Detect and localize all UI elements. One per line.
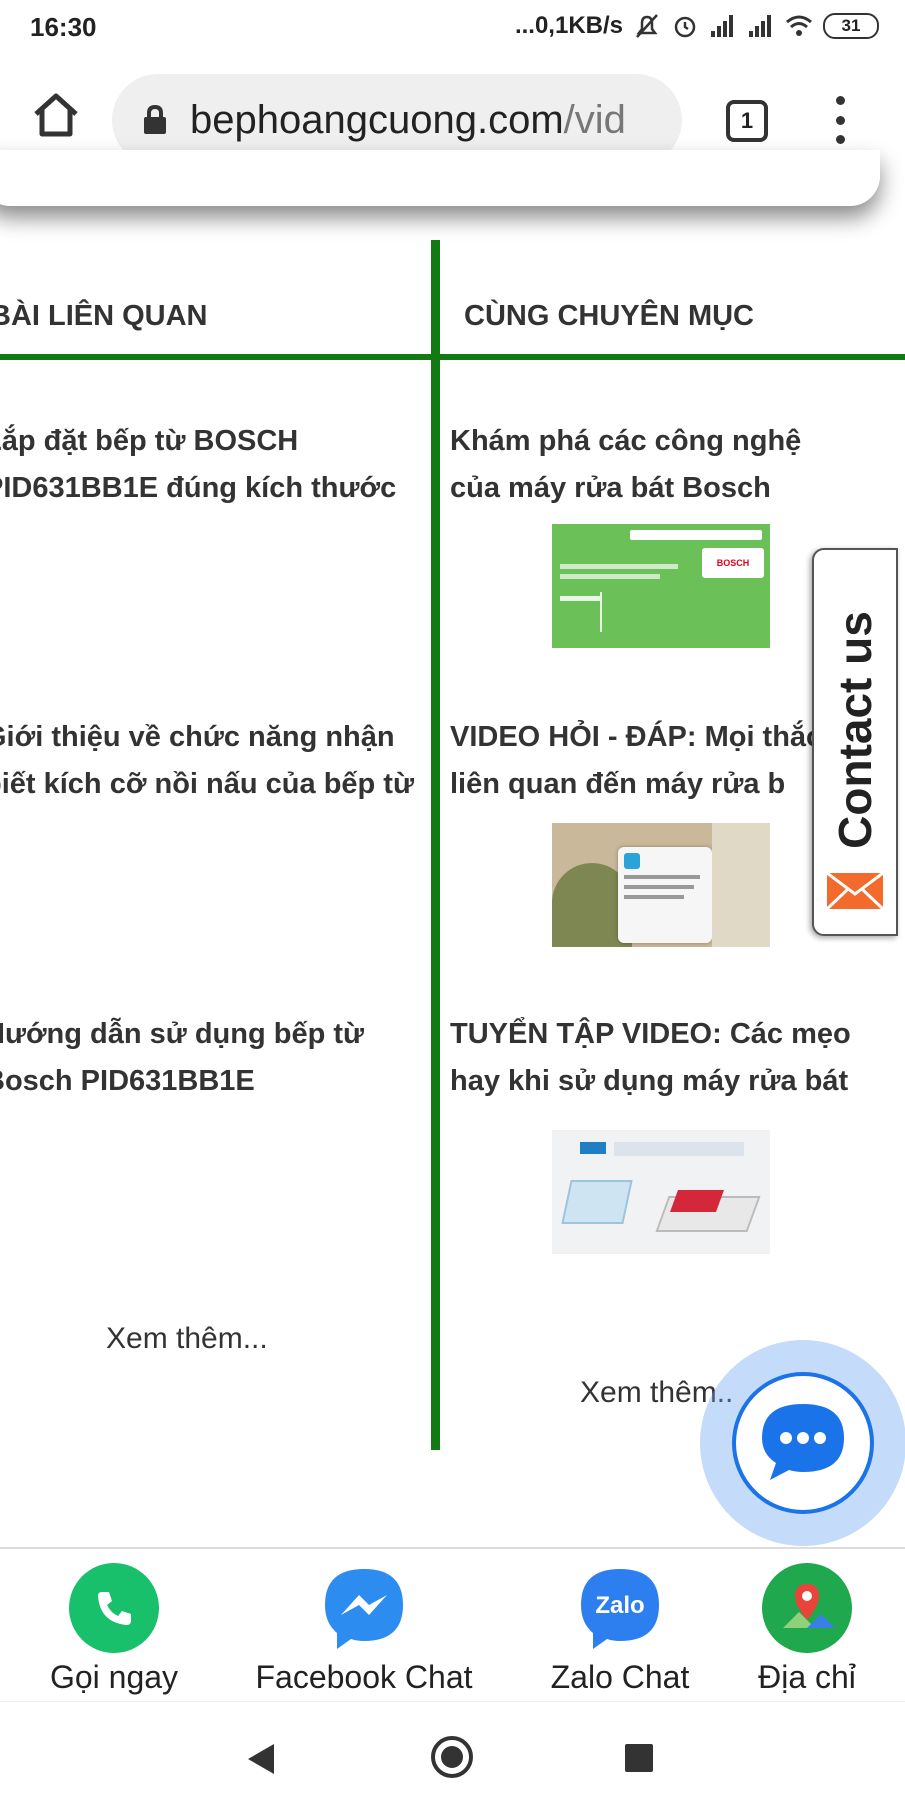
contact-us-tab[interactable]: Contact us: [812, 548, 898, 936]
collapsed-panel: [0, 150, 880, 206]
post-thumbnail[interactable]: [552, 823, 770, 947]
envelope-icon: [826, 872, 884, 910]
column-divider: [431, 240, 440, 1450]
map-icon: [762, 1563, 852, 1653]
related-post-link[interactable]: Giới thiệu về chức năng nhận biết kích cỡ…: [0, 714, 424, 808]
post-thumbnail[interactable]: [552, 1130, 770, 1254]
status-bar: 16:30 ...0,1KB/s 31: [0, 0, 905, 58]
menu-dots-icon[interactable]: [828, 96, 852, 144]
bell-off-icon: [636, 14, 658, 38]
lock-icon: [144, 104, 166, 134]
system-nav-bar: [0, 1701, 905, 1810]
wifi-icon: [786, 15, 812, 36]
messenger-icon: [319, 1563, 409, 1653]
facebook-chat-button[interactable]: Facebook Chat: [238, 1549, 490, 1696]
signal-icon: [749, 15, 771, 37]
contact-us-label: Contact us: [829, 611, 881, 849]
address-button[interactable]: Địa chỉ: [742, 1549, 872, 1696]
related-heading: BÀI LIÊN QUAN: [0, 300, 208, 332]
call-now-button[interactable]: Gọi ngay: [42, 1549, 186, 1696]
phone-icon: [69, 1563, 159, 1653]
home-nav-icon[interactable]: [431, 1736, 473, 1778]
back-icon[interactable]: [246, 1742, 276, 1776]
url-text: bephoangcuong.com/vid: [190, 98, 626, 143]
signal-icon: [711, 15, 733, 37]
zalo-icon: Zalo: [575, 1563, 665, 1653]
related-post-link[interactable]: Lắp đặt bếp từ BOSCH PID631BB1E đúng kích…: [0, 418, 424, 512]
category-post-link[interactable]: TUYỂN TẬP VIDEO: Các mẹo hay khi sử dụng …: [450, 1011, 890, 1105]
status-icons: ...0,1KB/s 31: [515, 12, 879, 40]
alarm-icon: [674, 16, 696, 38]
chat-icon[interactable]: [758, 1400, 848, 1484]
tab-switcher-button[interactable]: 1: [726, 100, 768, 142]
network-speed: ...0,1KB/s: [514, 12, 623, 39]
article-lists: BÀI LIÊN QUAN CÙNG CHUYÊN MỤC Lắp đặt bế…: [0, 240, 905, 1450]
related-post-link[interactable]: Hướng dẫn sử dụng bếp từ Bosch PID631BB1E: [0, 1011, 424, 1105]
url-domain: bephoangcuong.com: [190, 97, 564, 142]
heading-underline: [440, 354, 905, 360]
status-time: 16:30: [30, 12, 97, 42]
battery-indicator: 31: [823, 13, 879, 39]
zalo-logo-text: Zalo: [595, 1592, 644, 1619]
heading-underline: [0, 354, 432, 360]
home-icon[interactable]: [28, 88, 84, 144]
url-path: /vid: [563, 97, 626, 142]
same-category-heading: CÙNG CHUYÊN MỤC: [464, 300, 754, 332]
recents-icon[interactable]: [625, 1744, 653, 1772]
contact-bar: Gọi ngay Facebook Chat Zalo Zalo Chat Đị…: [0, 1547, 905, 1701]
thumbnail-brand: BOSCH: [716, 558, 750, 568]
post-thumbnail[interactable]: BOSCH: [552, 524, 770, 648]
zalo-chat-button[interactable]: Zalo Zalo Chat: [540, 1549, 700, 1696]
category-post-link[interactable]: VIDEO HỎI - ĐÁP: Mọi thắc liên quan đến m…: [450, 714, 812, 808]
category-post-link[interactable]: Khám phá các công nghệ của máy rửa bát Bo…: [450, 418, 812, 512]
related-more-link[interactable]: Xem thêm...: [106, 1322, 268, 1356]
